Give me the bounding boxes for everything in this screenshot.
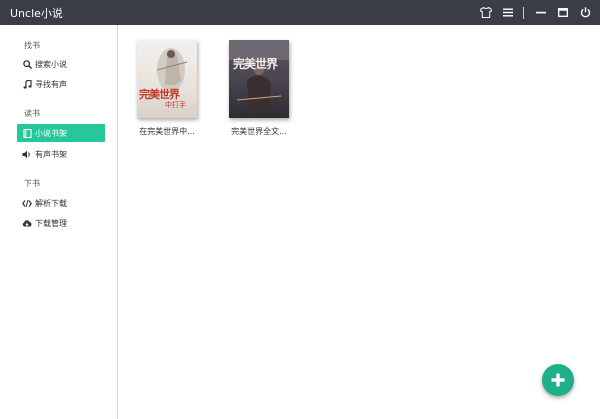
sidebar-item-label: 搜索小说 [35,59,67,69]
sidebar-item-find-audio[interactable]: 寻找有声 [17,75,105,93]
skin-button[interactable] [477,4,495,22]
section-label-find: 找书 [24,41,40,50]
minimize-button[interactable] [532,4,550,22]
sidebar-item-audio-shelf[interactable]: 有声书架 [17,145,105,163]
sidebar-item-search-novel[interactable]: 搜索小说 [17,55,105,73]
title-actions [473,0,594,25]
maximize-button[interactable] [554,4,572,22]
cover-subtitle-text: 中打手 [165,101,186,109]
sidebar-item-label: 有声书架 [35,149,67,159]
minimize-icon [536,11,546,14]
book-cover: 完美世界 [229,40,289,118]
power-icon [580,7,590,18]
sidebar-item-label: 解析下载 [35,198,67,208]
cloud-download-icon [22,218,32,228]
title-bar: Uncle小说 [0,0,600,25]
add-book-button[interactable] [542,364,574,396]
book-cover: 完美世界 中打手 [137,40,197,118]
book-icon [22,128,32,138]
book-title: 在完美世界中... [139,127,195,136]
title-separator [523,6,524,19]
menu-button[interactable] [499,4,517,22]
music-note-icon [22,79,32,89]
sidebar: 找书 搜索小说 寻找有声 读书 小说书架 有声书架 下书 解析下载 下载管理 [0,25,118,419]
section-label-read: 读书 [24,109,40,118]
speaker-icon [22,149,32,159]
maximize-icon [558,8,568,17]
sidebar-item-parse-download[interactable]: 解析下载 [17,194,105,212]
tshirt-icon [480,7,492,18]
app-title: Uncle小说 [10,6,63,20]
bookshelf: 完美世界 中打手 在完美世界中... 完美世界 完美世界全文... [119,25,600,419]
sidebar-item-novel-shelf[interactable]: 小说书架 [17,124,105,142]
book-item[interactable]: 完美世界 中打手 在完美世界中... [132,40,202,137]
search-icon [22,59,32,69]
code-icon [22,198,32,208]
sidebar-item-label: 小说书架 [35,128,67,138]
sidebar-item-download-manager[interactable]: 下载管理 [17,214,105,232]
cover-title-text: 完美世界 [233,57,278,71]
section-label-download: 下书 [24,179,40,188]
book-item[interactable]: 完美世界 完美世界全文... [224,40,294,137]
menu-icon [503,8,513,17]
book-title: 完美世界全文... [231,127,287,136]
sidebar-item-label: 下载管理 [35,218,67,228]
plus-icon [551,373,565,387]
power-button[interactable] [576,4,594,22]
sidebar-item-label: 寻找有声 [35,79,67,89]
